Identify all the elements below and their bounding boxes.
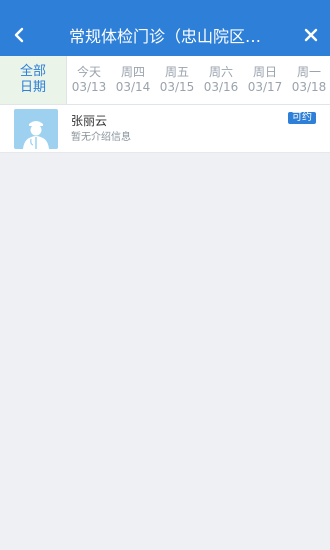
tab-day[interactable]: 周六 03/16 <box>199 56 243 104</box>
tab-day[interactable]: 周五 03/15 <box>155 56 199 104</box>
day-date: 03/15 <box>159 80 195 94</box>
day-date: 03/14 <box>115 80 151 94</box>
back-button[interactable] <box>8 24 30 46</box>
doctor-list-item[interactable]: 张丽云 暂无介绍信息 可约 <box>0 105 330 153</box>
day-weekday: 周四 <box>120 65 145 79</box>
close-icon <box>304 28 318 42</box>
tab-day[interactable]: 今天 03/13 <box>67 56 111 104</box>
tab-day[interactable]: 周四 03/14 <box>111 56 155 104</box>
tab-all-line1: 全部 <box>19 64 46 79</box>
tab-all-dates[interactable]: 全部 日期 <box>0 56 67 104</box>
close-button[interactable] <box>300 24 322 46</box>
doctor-avatar-icon <box>14 108 58 149</box>
day-weekday: 周六 <box>208 65 233 79</box>
day-weekday: 周日 <box>252 65 277 79</box>
doctor-info: 张丽云 暂无介绍信息 <box>71 113 131 145</box>
date-tabs: 全部 日期 今天 03/13 周四 03/14 周五 03/15 周六 03/1… <box>0 56 330 105</box>
day-weekday: 周一 <box>296 65 321 79</box>
day-list: 今天 03/13 周四 03/14 周五 03/15 周六 03/16 周日 0… <box>67 56 330 104</box>
day-date: 03/13 <box>71 80 107 94</box>
title-bar: 常规体检门诊（忠山院区… <box>0 14 330 56</box>
tab-all-line2: 日期 <box>19 80 46 95</box>
page-title: 常规体检门诊（忠山院区… <box>68 27 261 46</box>
doctor-name: 张丽云 <box>71 113 108 128</box>
day-date: 03/17 <box>247 80 283 94</box>
day-date: 03/18 <box>291 80 327 94</box>
day-weekday: 今天 <box>76 65 101 79</box>
status-bar <box>0 0 330 14</box>
day-date: 03/16 <box>203 80 239 94</box>
chevron-left-icon <box>13 27 25 43</box>
tab-day[interactable]: 周一 03/18 <box>287 56 330 104</box>
day-weekday: 周五 <box>164 65 189 79</box>
doctor-description: 暂无介绍信息 <box>71 131 131 143</box>
tab-day[interactable]: 周日 03/17 <box>243 56 287 104</box>
available-badge: 可约 <box>288 112 316 124</box>
